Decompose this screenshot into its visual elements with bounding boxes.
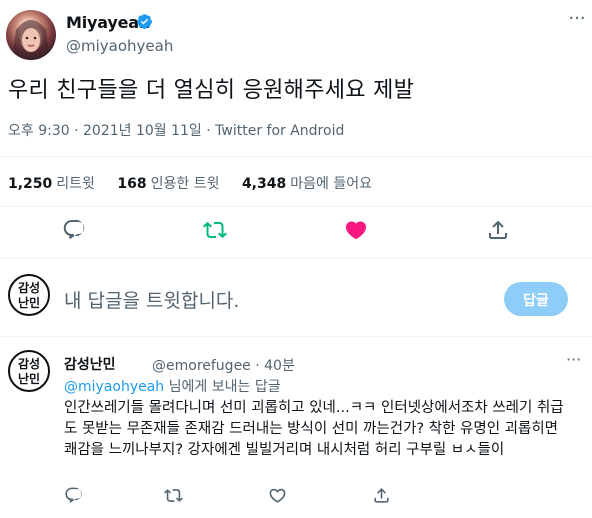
tweet-stats: 1,250 리트윗 168 인용한 트윗 4,348 마음에 들어요 <box>8 173 390 193</box>
reply-input[interactable]: 내 답글을 트윗합니다. <box>64 286 239 313</box>
reply-share-icon[interactable] <box>372 486 392 506</box>
retweet-icon[interactable] <box>203 218 229 244</box>
likes-label: 마음에 들어요 <box>290 176 372 192</box>
divider <box>0 336 592 337</box>
quotes-label: 인용한 트윗 <box>150 176 220 192</box>
divider <box>0 258 592 259</box>
author-avatar[interactable] <box>6 10 56 60</box>
reply-like-icon[interactable] <box>268 486 288 506</box>
like-icon[interactable] <box>344 218 370 244</box>
reply-reply-icon[interactable] <box>64 486 84 506</box>
more-options-button[interactable]: ··· <box>566 10 588 34</box>
reply-author-name[interactable]: 감성난민 <box>64 354 116 374</box>
retweets-stat[interactable]: 1,250 리트윗 <box>8 176 95 192</box>
retweets-label: 리트윗 <box>56 176 95 192</box>
retweets-count: 1,250 <box>8 176 53 192</box>
quotes-stat[interactable]: 168 인용한 트윗 <box>117 176 219 192</box>
reply-more-options-button[interactable]: ··· <box>566 350 581 369</box>
avatar-text-line1: 감성 <box>17 281 41 295</box>
reply-author-avatar[interactable]: 감성 난민 <box>8 350 50 392</box>
reply-retweet-icon[interactable] <box>164 486 184 506</box>
reply-author-handle-time[interactable]: @emorefugee · 40분 <box>152 355 295 375</box>
replying-to-suffix: 님에게 보내는 답글 <box>164 379 281 395</box>
likes-stat[interactable]: 4,348 마음에 들어요 <box>242 176 372 192</box>
reply-icon[interactable] <box>62 218 88 244</box>
verified-badge-icon <box>136 13 153 30</box>
divider <box>0 206 592 207</box>
reply-submit-button[interactable]: 답글 <box>504 282 568 316</box>
avatar-text-line2: 난민 <box>17 372 41 386</box>
replying-to-handle[interactable]: @miyaohyeah <box>64 379 164 395</box>
quotes-count: 168 <box>117 176 147 192</box>
tweet-text: 우리 친구들을 더 열심히 응원해주세요 제발 <box>8 78 415 103</box>
replying-to: @miyaohyeah 님에게 보내는 답글 <box>64 376 281 396</box>
likes-count: 4,348 <box>241 176 287 192</box>
author-handle[interactable]: @miyaohyeah <box>66 37 173 55</box>
reply-text: 인간쓰레기들 몰려다니며 선미 괴롭히고 있네...ㅋㅋ 인터넷상에서조차 쓰레… <box>64 400 564 458</box>
divider <box>0 156 592 157</box>
share-icon[interactable] <box>486 218 512 244</box>
current-user-avatar[interactable]: 감성 난민 <box>8 274 50 316</box>
avatar-text-line2: 난민 <box>17 296 41 310</box>
avatar-text-line1: 감성 <box>17 357 41 371</box>
tweet-meta[interactable]: 오후 9:30 · 2021년 10월 11일 · Twitter for An… <box>8 120 344 140</box>
